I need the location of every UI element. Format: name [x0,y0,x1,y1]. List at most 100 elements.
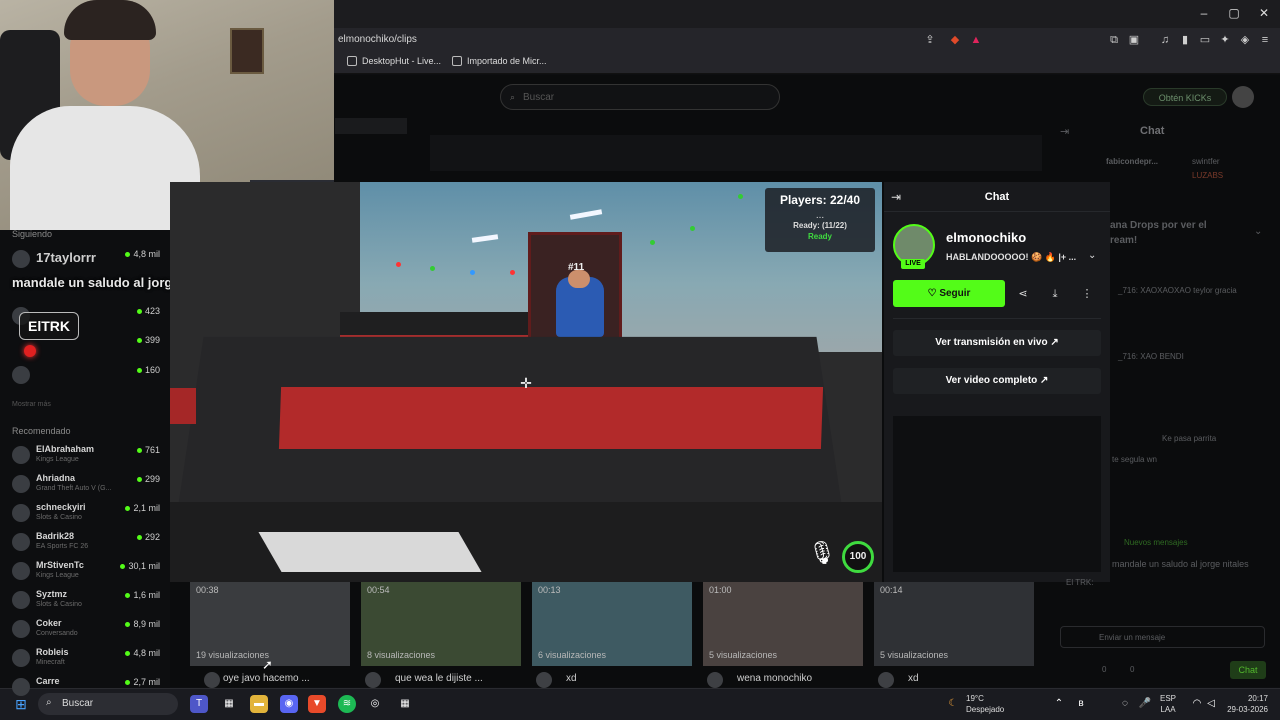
sidebar-item-name: schneckyiri [36,502,86,512]
clip-title[interactable]: oye javo hacemo ... [223,673,310,684]
chat-line: LUZABS [1192,171,1224,180]
sidebar-item-recommended[interactable]: Ahriadna Grand Theft Auto V (G... 299 [12,473,162,501]
clip-thumbnail[interactable]: 00:54 8 visualizaciones [361,582,521,666]
sidebar-item-recommended[interactable]: Badrik28 EA Sports FC 26 292 [12,531,162,559]
clip-channel-avatar[interactable] [878,672,894,688]
language-code: ESP [1160,694,1177,703]
sidebar-item-recommended[interactable]: Carre 2,7 mil [12,676,162,704]
maximize-icon[interactable]: ▢ [1226,6,1242,20]
clip-title[interactable]: xd [908,673,919,684]
microphone-icon: 🎙 [808,540,836,565]
vpn-icon[interactable]: ◈ [1238,33,1252,47]
chat-input[interactable]: Enviar un mensaje [1060,626,1265,648]
live-dot [125,680,131,686]
more-options-icon[interactable]: ⋮ [1075,282,1099,306]
brave-shield-icon[interactable]: ◆ [948,33,962,47]
music-icon[interactable]: ♫ [1158,33,1172,47]
language-indicator[interactable]: ESP LAA [1160,693,1176,715]
search-input[interactable]: ⌕ Buscar [500,84,780,110]
clip-title[interactable]: xd [566,673,577,684]
clip-channel-avatar[interactable] [204,672,220,688]
weather-widget[interactable]: 19°C Despejado [966,693,1004,715]
leo-icon[interactable]: ✦ [1218,33,1232,47]
player-number: #11 [568,262,585,273]
download-icon[interactable]: ⤓ [1043,282,1067,306]
show-more-link[interactable]: Mostrar más [12,401,51,408]
follow-label: Seguir [939,288,971,299]
viewer-count-value: 2,1 mil [133,503,160,513]
search-placeholder: Buscar [523,92,555,103]
clip-channel-avatar[interactable] [536,672,552,688]
obs-icon[interactable]: ◎ [366,695,384,713]
menu-icon[interactable]: ≡ [1258,33,1272,47]
new-messages-divider[interactable]: Nuevos mensajes [1124,538,1188,547]
watch-full-button[interactable]: Ver video completo ↗ [893,368,1101,394]
close-icon[interactable]: ✕ [1256,6,1272,20]
sidebar-item[interactable]: 17taylorrr 4,8 mil [12,248,162,276]
app-icon[interactable]: ▦ [396,695,414,713]
viewer-count-value: 2,7 mil [133,677,160,687]
sidebar-item-category: Kings League [36,456,79,463]
weather-icon[interactable]: ☾ [944,695,962,713]
minimize-icon[interactable]: – [1196,6,1212,20]
follow-button[interactable]: ♡ Seguir [893,280,1005,307]
external-link-icon: ↗ [1040,375,1049,386]
chat-collapse-icon[interactable]: ⇥ [1060,125,1069,138]
clip-title[interactable]: que wea le dijiste ... [395,673,483,684]
sidebar-item-name: Robleis [36,647,69,657]
clip-channel-avatar[interactable] [707,672,723,688]
brave-rewards-icon[interactable]: ▲ [969,33,983,47]
clock-time: 20:17 [1247,694,1268,703]
viewer-count-value: 160 [144,365,160,375]
chevron-down-icon[interactable]: ⌄ [1088,250,1096,261]
string-light [470,270,475,275]
extensions-icon[interactable]: ⧉ [1107,33,1121,47]
clip-thumbnail[interactable]: 00:38 19 visualizaciones [190,582,350,666]
clock[interactable]: 20:17 29-03-2026 [1222,693,1268,715]
sidebar-item-recommended[interactable]: ElAbrahaham Kings League 761 [12,444,162,472]
tab-search-icon[interactable]: ▣ [1127,33,1141,47]
clip-thumbnail[interactable]: 00:14 5 visualizaciones [874,582,1034,666]
share-icon[interactable]: ⋖ [1011,282,1035,306]
file-explorer-icon[interactable]: ▬ [250,695,268,713]
spotify-icon[interactable]: ≋ [338,695,356,713]
bookmark-importado[interactable]: Importado de Micr... [452,56,547,66]
get-kicks-button[interactable]: Obtén KICKs [1143,88,1227,106]
live-dot [120,564,126,570]
viewer-count-value: 292 [144,532,160,542]
user-avatar[interactable] [1232,86,1254,108]
clip-channel-avatar[interactable] [365,672,381,688]
tray-chevron-icon[interactable]: ⌃ [1050,695,1068,713]
mic-icon[interactable]: 🎤 [1136,695,1154,713]
sidebar-item-name: 17taylorrr [36,250,96,265]
chat-send-button[interactable]: Chat [1230,661,1266,679]
app-icon[interactable]: ▦ [220,695,238,713]
clip-title[interactable]: wena monochiko [737,673,812,684]
sidebar-icon[interactable]: ▮ [1178,33,1192,47]
sidebar-item-recommended[interactable]: schneckyiri Slots & Casino 2,1 mil [12,502,162,530]
players-count: Players: 22/40 [779,193,861,207]
volume-icon[interactable]: ◁ [1202,695,1220,713]
channel-name[interactable]: elmonochiko [946,230,1026,245]
clip-thumbnail[interactable]: 00:13 6 visualizaciones [532,582,692,666]
brave-icon[interactable]: ▼ [308,695,326,713]
watch-live-button[interactable]: Ver transmisión en vivo ↗ [893,330,1101,356]
sidebar-item-recommended[interactable]: MrStivenTc Kings League 30,1 mil [12,560,162,588]
share-icon[interactable]: ⇪ [923,33,937,47]
bookmark-desktophut[interactable]: DesktopHut - Live... [347,56,441,66]
discord-icon[interactable]: ◉ [280,695,298,713]
sidebar-item-recommended[interactable]: Syztmz Slots & Casino 1,6 mil [12,589,162,617]
bluetooth-icon[interactable]: ʙ [1072,695,1090,713]
wallet-icon[interactable]: ▭ [1198,33,1212,47]
teams-icon[interactable]: T [190,695,208,713]
sidebar-item[interactable]: 160 [12,364,162,392]
url-text[interactable]: elmonochiko/clips [338,34,417,45]
sidebar-item-recommended[interactable]: Coker Conversando 8,9 mil [12,618,162,646]
chevron-down-icon[interactable]: ⌄ [1254,226,1262,237]
viewer-count: 160 [136,365,160,375]
network-icon[interactable]: ◌ [1116,695,1134,713]
viewer-count-value: 399 [144,335,160,345]
sidebar-item-recommended[interactable]: Robleis Minecraft 4,8 mil [12,647,162,675]
string-light [690,226,695,231]
clip-thumbnail[interactable]: 01:00 5 visualizaciones [703,582,863,666]
